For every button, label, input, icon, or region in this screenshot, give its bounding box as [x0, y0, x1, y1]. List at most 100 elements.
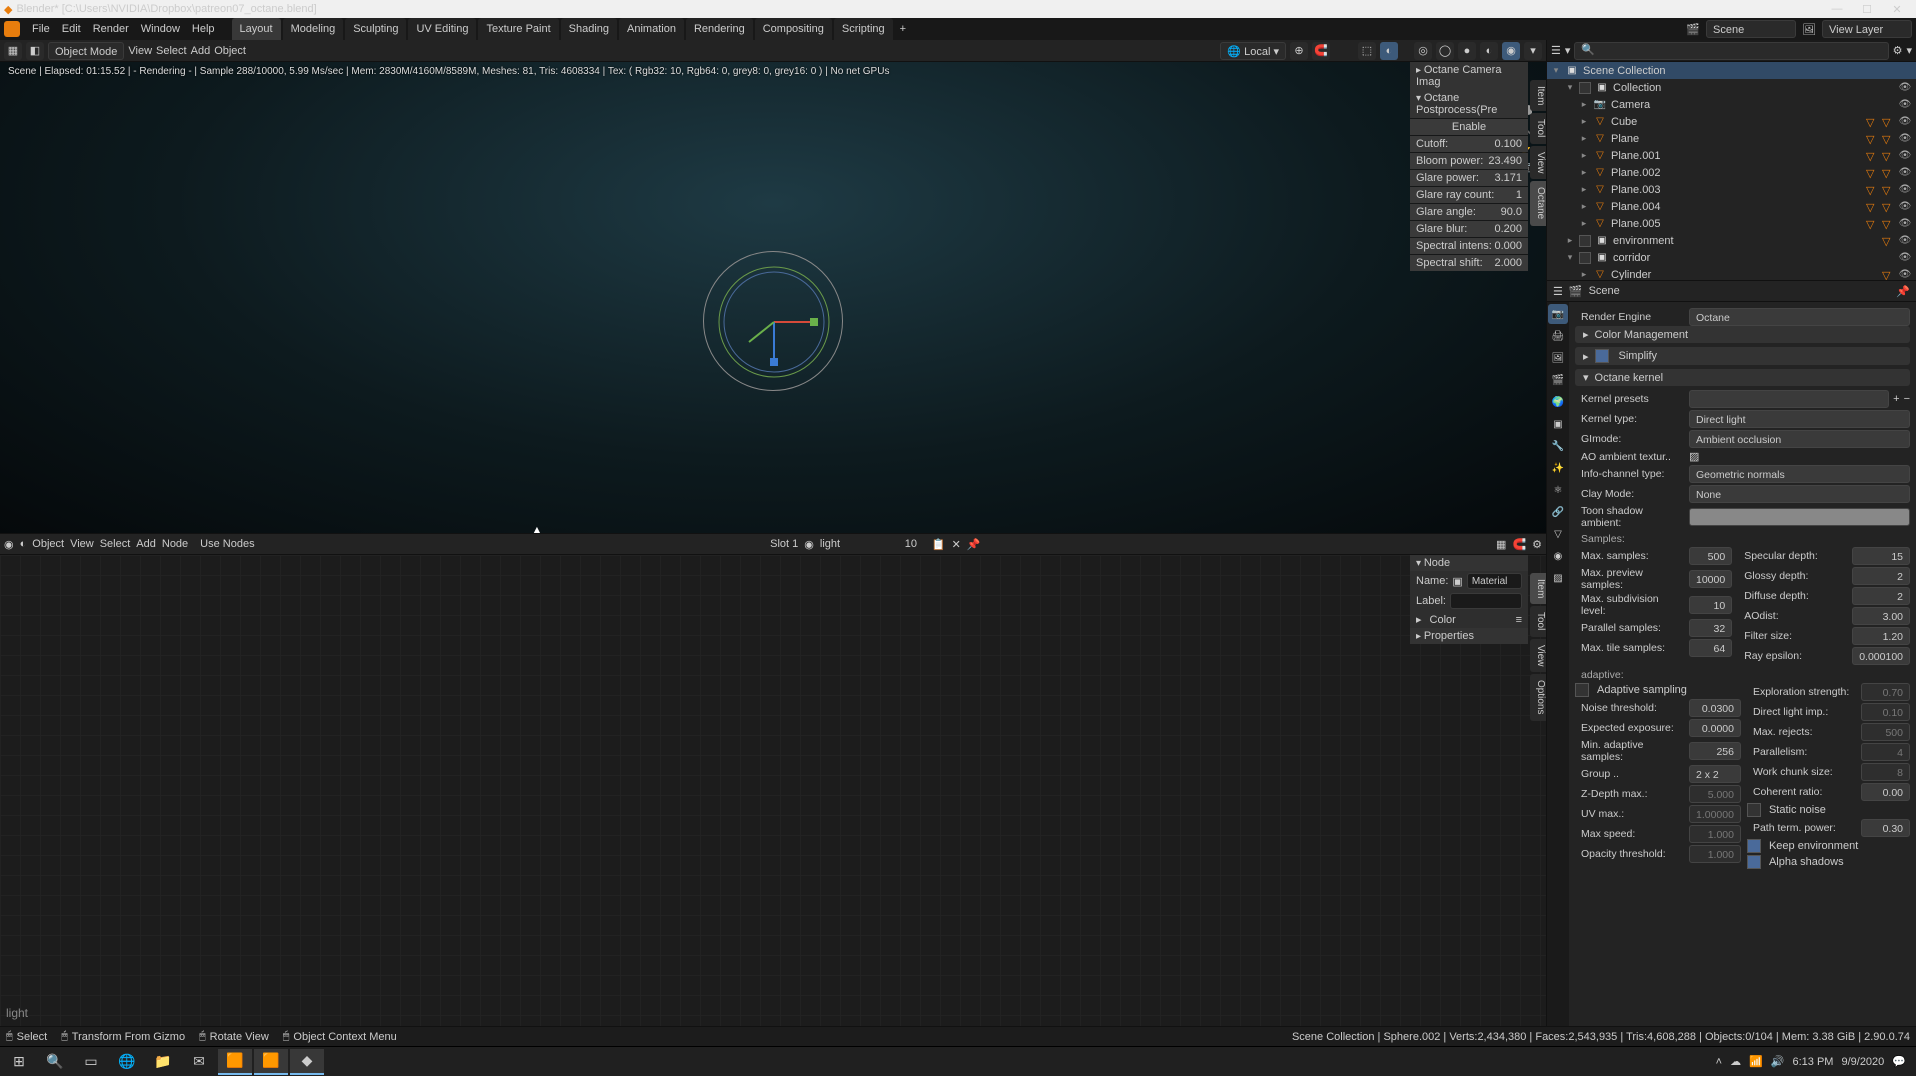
node-sidetab-view[interactable]: View: [1530, 639, 1546, 673]
tray-time[interactable]: 6:13 PM: [1793, 1056, 1834, 1068]
ao-texture-icon[interactable]: ▨: [1689, 450, 1699, 463]
snap-icon[interactable]: 🧲: [1312, 42, 1330, 60]
start-button[interactable]: ⊞: [2, 1049, 36, 1075]
coherent-ratio-input[interactable]: 0.00: [1861, 783, 1910, 801]
group-dropdown[interactable]: 2 x 2: [1689, 765, 1741, 783]
collection-checkbox[interactable]: [1579, 235, 1591, 247]
tab-constraint[interactable]: 🔗: [1548, 502, 1568, 522]
tab-texture[interactable]: ▨: [1548, 568, 1568, 588]
panel-octane-postprocess[interactable]: ▾ Octane Postprocess(Pre: [1410, 90, 1528, 118]
toon-shadow-color[interactable]: [1689, 508, 1910, 526]
workspace-tab-texture-paint[interactable]: Texture Paint: [478, 18, 558, 40]
xray-icon[interactable]: ◎: [1414, 42, 1432, 60]
workspace-tab-layout[interactable]: Layout: [232, 18, 281, 40]
material-unlink-icon[interactable]: ✕: [952, 538, 961, 551]
alpha-shadows-checkbox[interactable]: [1747, 855, 1761, 869]
taskbar-app[interactable]: 🟧: [218, 1049, 252, 1075]
postprocess-row[interactable]: Glare blur:0.200: [1410, 221, 1528, 237]
number-input[interactable]: 1.20: [1852, 627, 1910, 645]
tray-cloud-icon[interactable]: ☁: [1730, 1055, 1741, 1068]
render-engine-dropdown[interactable]: Octane: [1689, 308, 1910, 326]
minimize-button[interactable]: —: [1822, 3, 1852, 15]
outliner-row[interactable]: ▸📷Camera👁: [1547, 96, 1916, 113]
transform-gizmo[interactable]: [703, 251, 843, 391]
static-noise-checkbox[interactable]: [1747, 803, 1761, 817]
number-input[interactable]: 2: [1852, 567, 1910, 585]
workspace-tab-shading[interactable]: Shading: [561, 18, 617, 40]
overlay-toggle-icon[interactable]: ◐: [1380, 42, 1398, 60]
editor-type-3dview-icon[interactable]: ▦: [4, 42, 22, 60]
props-breadcrumb[interactable]: Scene: [1589, 285, 1620, 297]
vp-sidetab-octane[interactable]: Octane: [1530, 181, 1546, 225]
visibility-eye-icon[interactable]: 👁: [1898, 218, 1912, 229]
workspace-tab-compositing[interactable]: Compositing: [755, 18, 832, 40]
preset-remove-icon[interactable]: −: [1904, 393, 1910, 405]
properties-content[interactable]: Render EngineOctane ▸ Color Management ▸…: [1569, 302, 1916, 1026]
outliner-row[interactable]: ▸▽Plane.002▽▽👁: [1547, 164, 1916, 181]
postprocess-row[interactable]: Glare ray count:1: [1410, 187, 1528, 203]
3d-viewport[interactable]: Scene | Elapsed: 01:15.52 | - Rendering …: [0, 62, 1546, 533]
workspace-tab-uv-editing[interactable]: UV Editing: [408, 18, 476, 40]
tab-output[interactable]: 🖨: [1548, 326, 1568, 346]
number-input[interactable]: 0.10: [1861, 703, 1910, 721]
postprocess-row[interactable]: Bloom power:23.490: [1410, 153, 1528, 169]
tray-up-icon[interactable]: ˄: [1716, 1056, 1722, 1068]
vp-sidetab-item[interactable]: Item: [1530, 80, 1546, 111]
adaptive-sampling-checkbox[interactable]: [1575, 683, 1589, 697]
taskbar-app[interactable]: 🌐: [110, 1049, 144, 1075]
tab-viewlayer[interactable]: 🖼: [1548, 348, 1568, 368]
simplify-checkbox[interactable]: [1595, 349, 1609, 363]
number-input[interactable]: 500: [1689, 547, 1732, 565]
number-input[interactable]: 256: [1689, 742, 1741, 760]
number-input[interactable]: 5.000: [1689, 785, 1741, 803]
shader-object-dropdown[interactable]: Object: [32, 538, 64, 550]
visibility-eye-icon[interactable]: 👁: [1898, 116, 1912, 127]
number-input[interactable]: 10000: [1689, 570, 1732, 588]
visibility-eye-icon[interactable]: 👁: [1898, 252, 1912, 263]
shader-type-icon[interactable]: ◐: [20, 538, 27, 550]
path-term-power-input[interactable]: 0.30: [1861, 819, 1910, 837]
visibility-eye-icon[interactable]: 👁: [1898, 133, 1912, 144]
editor-type-outliner-icon[interactable]: ☰: [1551, 44, 1561, 57]
number-input[interactable]: 1.000: [1689, 845, 1741, 863]
maximize-button[interactable]: ☐: [1852, 3, 1882, 16]
workspace-tab-sculpting[interactable]: Sculpting: [345, 18, 406, 40]
tab-data[interactable]: ▽: [1548, 524, 1568, 544]
workspace-tab-scripting[interactable]: Scripting: [834, 18, 893, 40]
tray-volume-icon[interactable]: 🔊: [1771, 1055, 1785, 1068]
viewlayer-dropdown[interactable]: View Layer: [1822, 20, 1912, 38]
outliner-row[interactable]: ▸▽Plane.005▽▽👁: [1547, 215, 1916, 232]
number-input[interactable]: 0.000100: [1852, 647, 1910, 665]
tab-render[interactable]: 📷: [1548, 304, 1568, 324]
material-pin-icon[interactable]: 📌: [967, 538, 981, 551]
vp-menu-add[interactable]: Add: [191, 45, 211, 57]
taskbar-app[interactable]: ✉: [182, 1049, 216, 1075]
menu-render[interactable]: Render: [87, 18, 135, 40]
menu-file[interactable]: File: [26, 18, 56, 40]
number-input[interactable]: 500: [1861, 723, 1910, 741]
number-input[interactable]: 4: [1861, 743, 1910, 761]
postprocess-row[interactable]: Spectral intens:0.000: [1410, 238, 1528, 254]
outliner-row[interactable]: ▸▽Plane.001▽▽👁: [1547, 147, 1916, 164]
number-input[interactable]: 10: [1689, 596, 1732, 614]
visibility-eye-icon[interactable]: 👁: [1898, 82, 1912, 93]
slot-dropdown[interactable]: Slot 1: [770, 538, 798, 550]
kernel-type-dropdown[interactable]: Direct light: [1689, 410, 1910, 428]
section-simplify[interactable]: ▸ Simplify: [1575, 347, 1910, 365]
node-editor[interactable]: light ▾ Node Name:▣Material Out... Label…: [0, 555, 1546, 1026]
node-panel-node[interactable]: ▾ Node: [1410, 555, 1528, 571]
shading-matprev-icon[interactable]: ◐: [1480, 42, 1498, 60]
outliner-row[interactable]: ▸▽Plane.004▽▽👁: [1547, 198, 1916, 215]
node-sidetab-item[interactable]: Item: [1530, 573, 1546, 604]
node-options-icon[interactable]: ⚙: [1532, 538, 1542, 551]
menu-window[interactable]: Window: [135, 18, 186, 40]
tab-material[interactable]: ◉: [1548, 546, 1568, 566]
workspace-tab-rendering[interactable]: Rendering: [686, 18, 753, 40]
visibility-eye-icon[interactable]: 👁: [1898, 269, 1912, 280]
postprocess-row[interactable]: Cutoff:0.100: [1410, 136, 1528, 152]
node-label-input[interactable]: [1450, 593, 1522, 609]
shading-rendered-icon[interactable]: ◉: [1502, 42, 1520, 60]
number-input[interactable]: 8: [1861, 763, 1910, 781]
node-name-input[interactable]: Material Out...: [1467, 573, 1522, 589]
shading-solid-icon[interactable]: ●: [1458, 42, 1476, 60]
